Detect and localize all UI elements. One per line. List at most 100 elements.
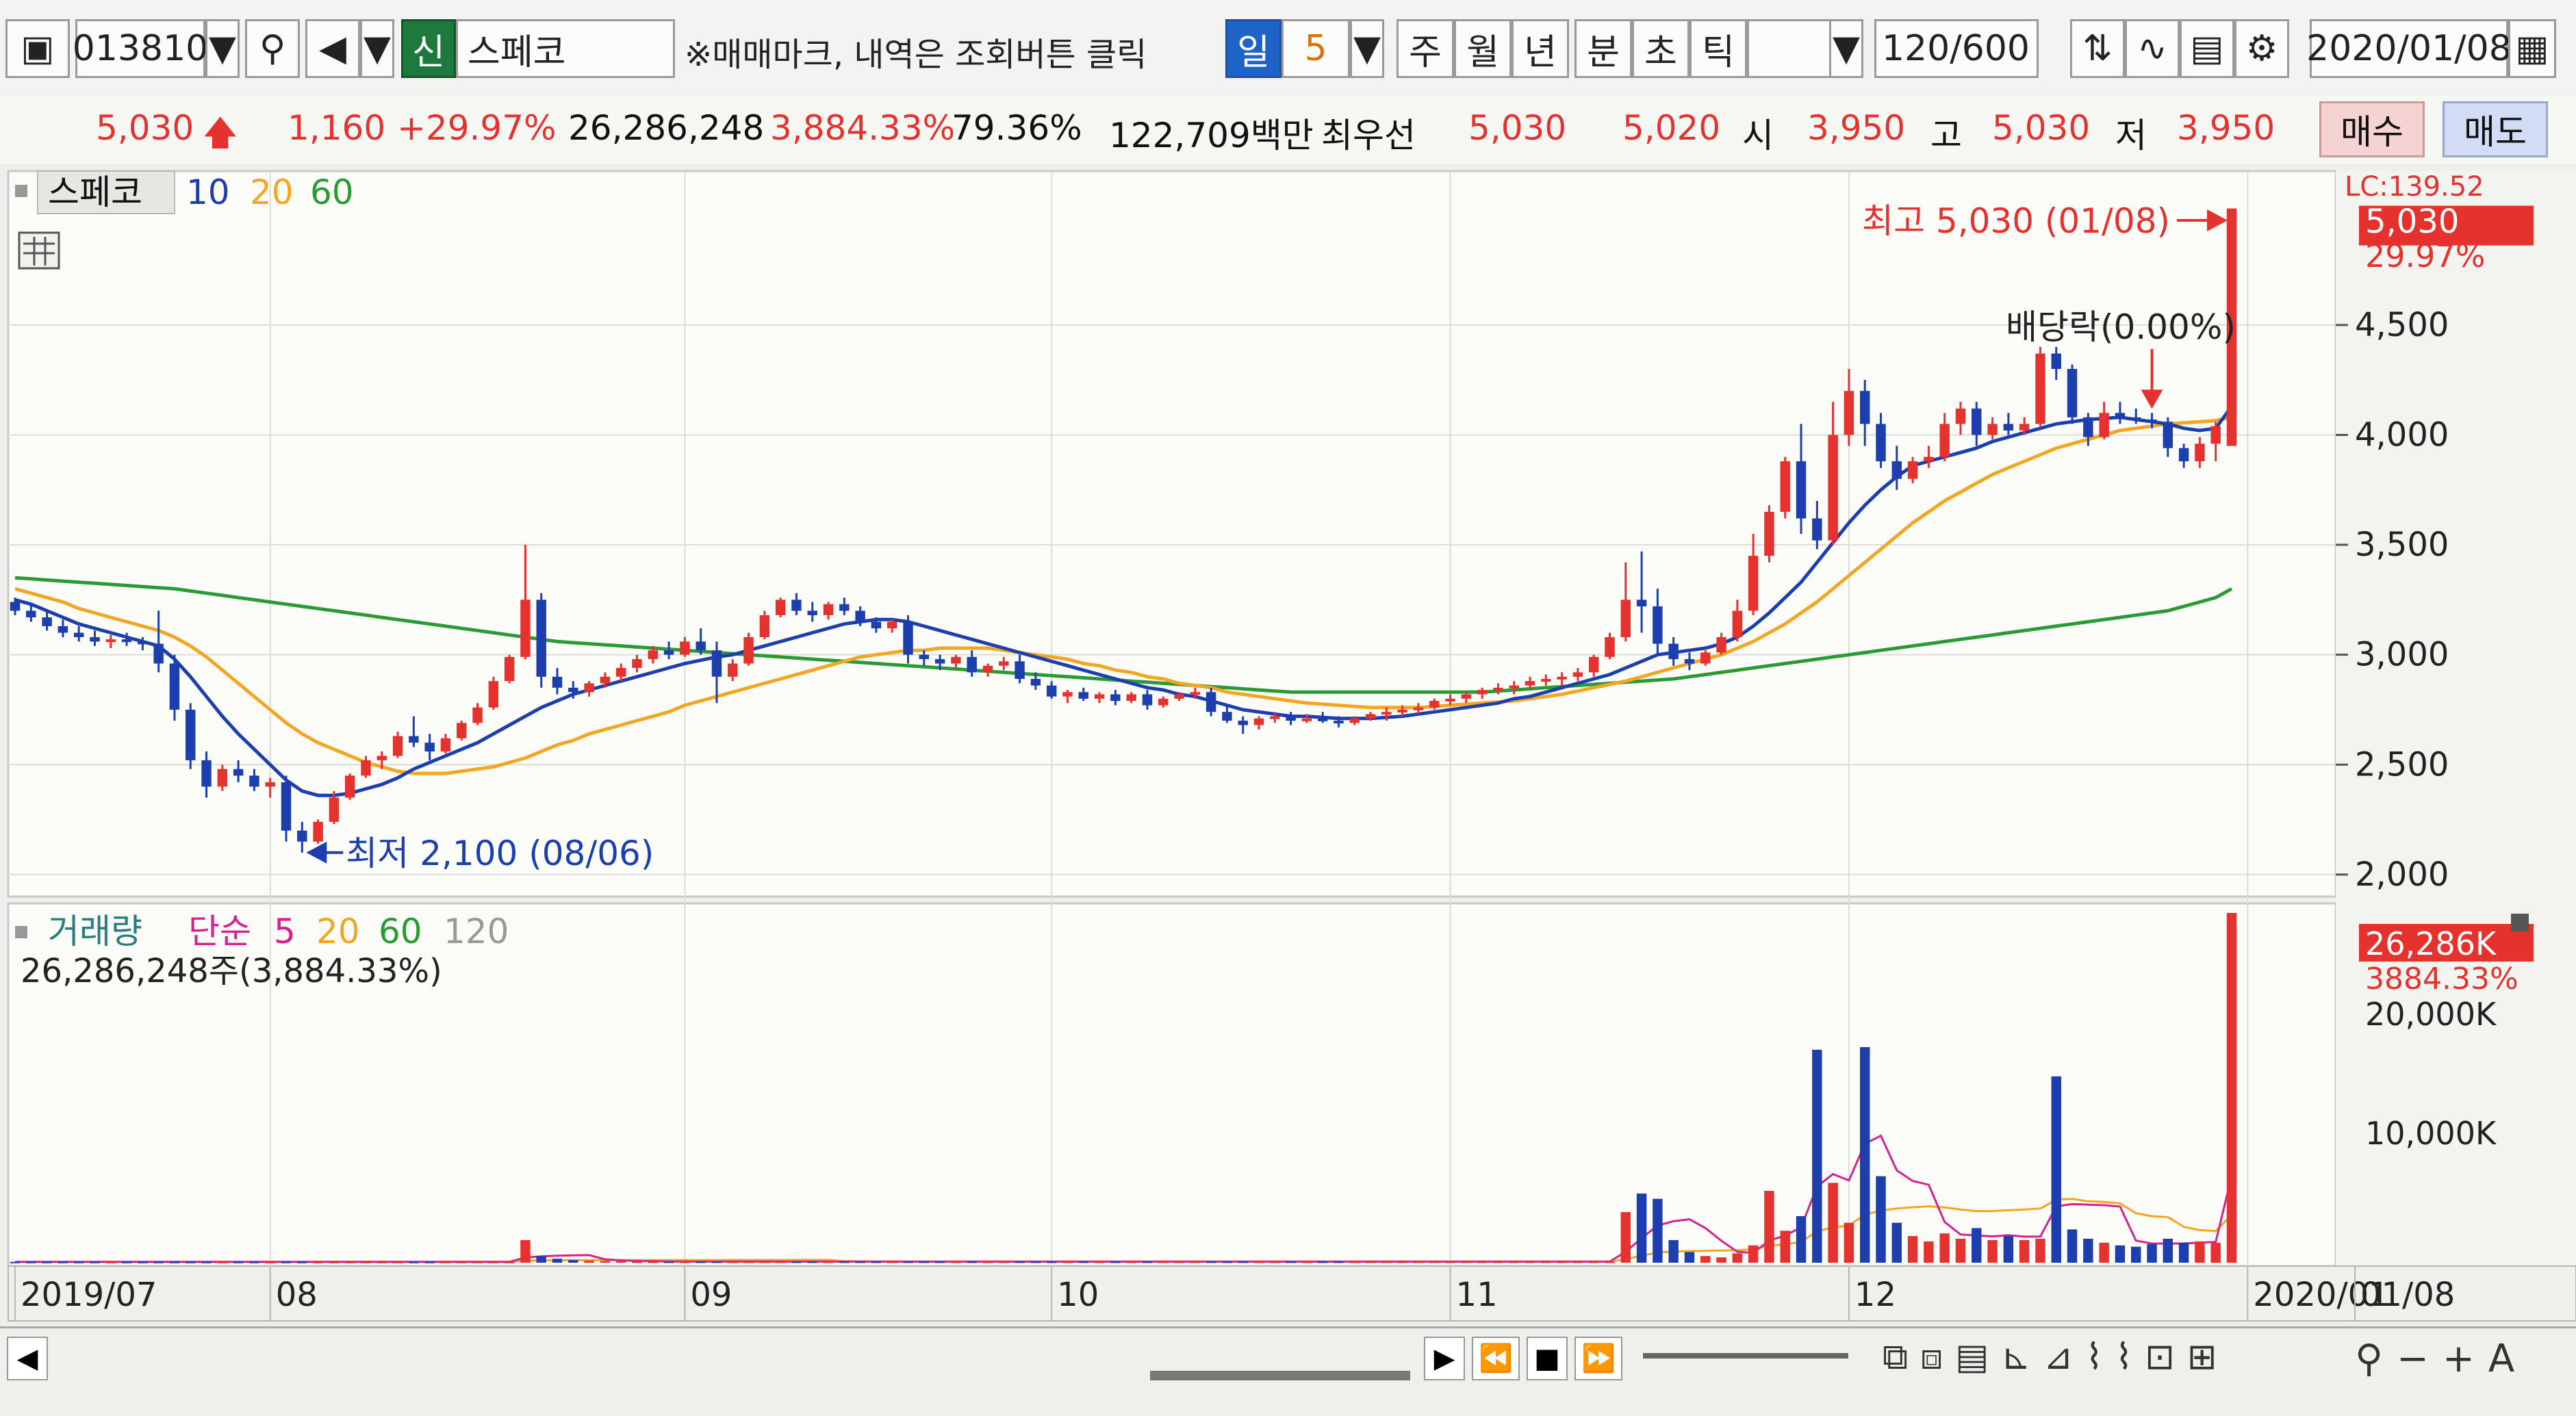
candle-body bbox=[2099, 413, 2109, 437]
candle-body bbox=[1445, 698, 1455, 701]
scrollbar-thumb[interactable] bbox=[1150, 1371, 1410, 1380]
search-icon[interactable]: ⚲ bbox=[245, 19, 300, 78]
volume-bar bbox=[759, 1261, 770, 1263]
buy-button[interactable]: 매수 bbox=[2319, 101, 2425, 157]
market-badge: 신 bbox=[401, 19, 456, 78]
volume-bar bbox=[138, 1261, 148, 1263]
candle-body bbox=[2067, 369, 2078, 417]
change-percent: +29.97% bbox=[397, 108, 557, 148]
volume-bar bbox=[361, 1261, 371, 1263]
stock-name-field[interactable]: 스페코 bbox=[456, 19, 675, 78]
volume-bar bbox=[711, 1261, 722, 1263]
last-volume-label: 26,286K bbox=[2365, 925, 2497, 962]
volume-bar bbox=[1094, 1261, 1105, 1263]
volume-bar bbox=[1876, 1176, 1886, 1263]
volume-bar bbox=[2083, 1239, 2093, 1263]
tick-dropdown-icon[interactable]: ▼ bbox=[1829, 19, 1863, 78]
candle-body bbox=[1413, 707, 1424, 710]
period-month-button[interactable]: 월 bbox=[1454, 19, 1512, 78]
code-dropdown-icon[interactable]: ▼ bbox=[205, 19, 240, 78]
count-field[interactable]: 120/600 bbox=[1874, 19, 2039, 78]
date-field[interactable]: 2020/01/08 bbox=[2306, 19, 2512, 78]
trend-tool-icon[interactable]: ∿ bbox=[2125, 19, 2180, 78]
volume-bar bbox=[934, 1261, 945, 1263]
volume-bar bbox=[1174, 1261, 1184, 1263]
volume-bar bbox=[2131, 1246, 2141, 1263]
stock-chart[interactable]: 2,000 2,500 3,000 3,500 4,000 4,500 2019/07 08… bbox=[0, 164, 2576, 1326]
period-year-button[interactable]: 년 bbox=[1512, 19, 1569, 78]
candle-body bbox=[839, 604, 850, 611]
volume-bar bbox=[1477, 1261, 1488, 1263]
volume-bar bbox=[1158, 1261, 1169, 1263]
volume-bar bbox=[1015, 1261, 1025, 1263]
drawing-tools[interactable]: ⧉⧈▤⊾⊿⌇⌇⊡⊞ bbox=[1883, 1337, 2229, 1378]
stock-code-input[interactable]: 013810 bbox=[73, 19, 208, 78]
volume-bar bbox=[1525, 1261, 1535, 1263]
volume-bar bbox=[951, 1261, 961, 1263]
volume-bar bbox=[1588, 1261, 1599, 1263]
period-day-button[interactable]: 일 bbox=[1225, 19, 1281, 78]
calendar-icon[interactable]: ▦ bbox=[2508, 19, 2556, 78]
period-week-button[interactable]: 주 bbox=[1397, 19, 1454, 78]
volume-bar bbox=[1572, 1261, 1583, 1263]
speed-slider[interactable] bbox=[1643, 1353, 1848, 1359]
volume-bar bbox=[871, 1261, 882, 1263]
candle-body bbox=[1286, 716, 1296, 721]
window-menu-icon[interactable]: ▣ bbox=[5, 19, 70, 78]
candle-body bbox=[934, 659, 945, 664]
volume-bar bbox=[1924, 1241, 1934, 1263]
period-tick-button[interactable]: 틱 bbox=[1689, 19, 1747, 78]
lc-label: LC:139.52 bbox=[2345, 171, 2484, 203]
volume-bar bbox=[313, 1261, 323, 1263]
candle-body bbox=[1636, 600, 1647, 606]
period-minute-button[interactable]: 분 bbox=[1574, 19, 1632, 78]
pane-toggle-icon[interactable] bbox=[15, 185, 27, 197]
volume-bar bbox=[2067, 1229, 2078, 1263]
volume-bar bbox=[2099, 1242, 2109, 1263]
volume-bar bbox=[648, 1261, 659, 1263]
speaker-icon[interactable]: ◀ bbox=[305, 19, 360, 78]
volume-bar bbox=[1030, 1261, 1041, 1263]
volume-bar bbox=[1413, 1261, 1424, 1263]
volume-bar bbox=[344, 1261, 355, 1263]
candle-body bbox=[1876, 424, 1886, 461]
period-dropdown-icon[interactable]: ▼ bbox=[1350, 19, 1384, 78]
volume-bar bbox=[1190, 1261, 1201, 1263]
count-value[interactable]: 120 bbox=[1882, 28, 1950, 69]
volume-bar bbox=[1557, 1261, 1567, 1263]
speaker-dropdown-icon[interactable]: ▼ bbox=[360, 19, 394, 78]
scroll-left-icon[interactable]: ◀ bbox=[7, 1337, 48, 1380]
candle-body bbox=[153, 643, 164, 664]
volume-bar bbox=[855, 1261, 865, 1263]
play-icon[interactable]: ▶ bbox=[1424, 1337, 1465, 1380]
candle-body bbox=[186, 709, 196, 760]
sell-button[interactable]: 매도 bbox=[2443, 101, 2548, 157]
price-change: 1,160 bbox=[288, 108, 386, 148]
fast-forward-icon[interactable]: ⏩ bbox=[1574, 1337, 1622, 1380]
stop-icon[interactable]: ■ bbox=[1527, 1337, 1568, 1380]
save-icon[interactable]: ▤ bbox=[2180, 19, 2234, 78]
volume-bar bbox=[1429, 1261, 1440, 1263]
volume-bar bbox=[615, 1261, 626, 1263]
candle-body bbox=[26, 610, 36, 618]
candle-body bbox=[121, 639, 132, 643]
candle-body bbox=[2083, 417, 2093, 437]
candle-body bbox=[169, 663, 180, 710]
period-second-button[interactable]: 초 bbox=[1632, 19, 1689, 78]
volume-bar bbox=[2035, 1239, 2045, 1263]
gear-icon[interactable]: ⚙ bbox=[2234, 19, 2289, 78]
zoom-tools[interactable]: ⚲−+A bbox=[2355, 1337, 2528, 1381]
table-view-icon[interactable] bbox=[18, 231, 60, 270]
period-value-field[interactable]: 5 bbox=[1281, 19, 1350, 78]
volume-bar bbox=[201, 1261, 212, 1263]
volume-pane-toggle-icon[interactable] bbox=[15, 926, 27, 938]
candle-body bbox=[73, 632, 84, 637]
candle-body bbox=[1844, 391, 1854, 435]
volume-bar bbox=[457, 1261, 467, 1263]
volume-bar bbox=[1365, 1261, 1376, 1263]
indicator-icon[interactable]: ⇅ bbox=[2070, 19, 2125, 78]
rewind-icon[interactable]: ⏪ bbox=[1472, 1337, 1520, 1380]
y-tick-label: 4,000 bbox=[2355, 415, 2449, 454]
candle-body bbox=[615, 667, 626, 677]
close-pane-icon[interactable] bbox=[2511, 914, 2529, 931]
